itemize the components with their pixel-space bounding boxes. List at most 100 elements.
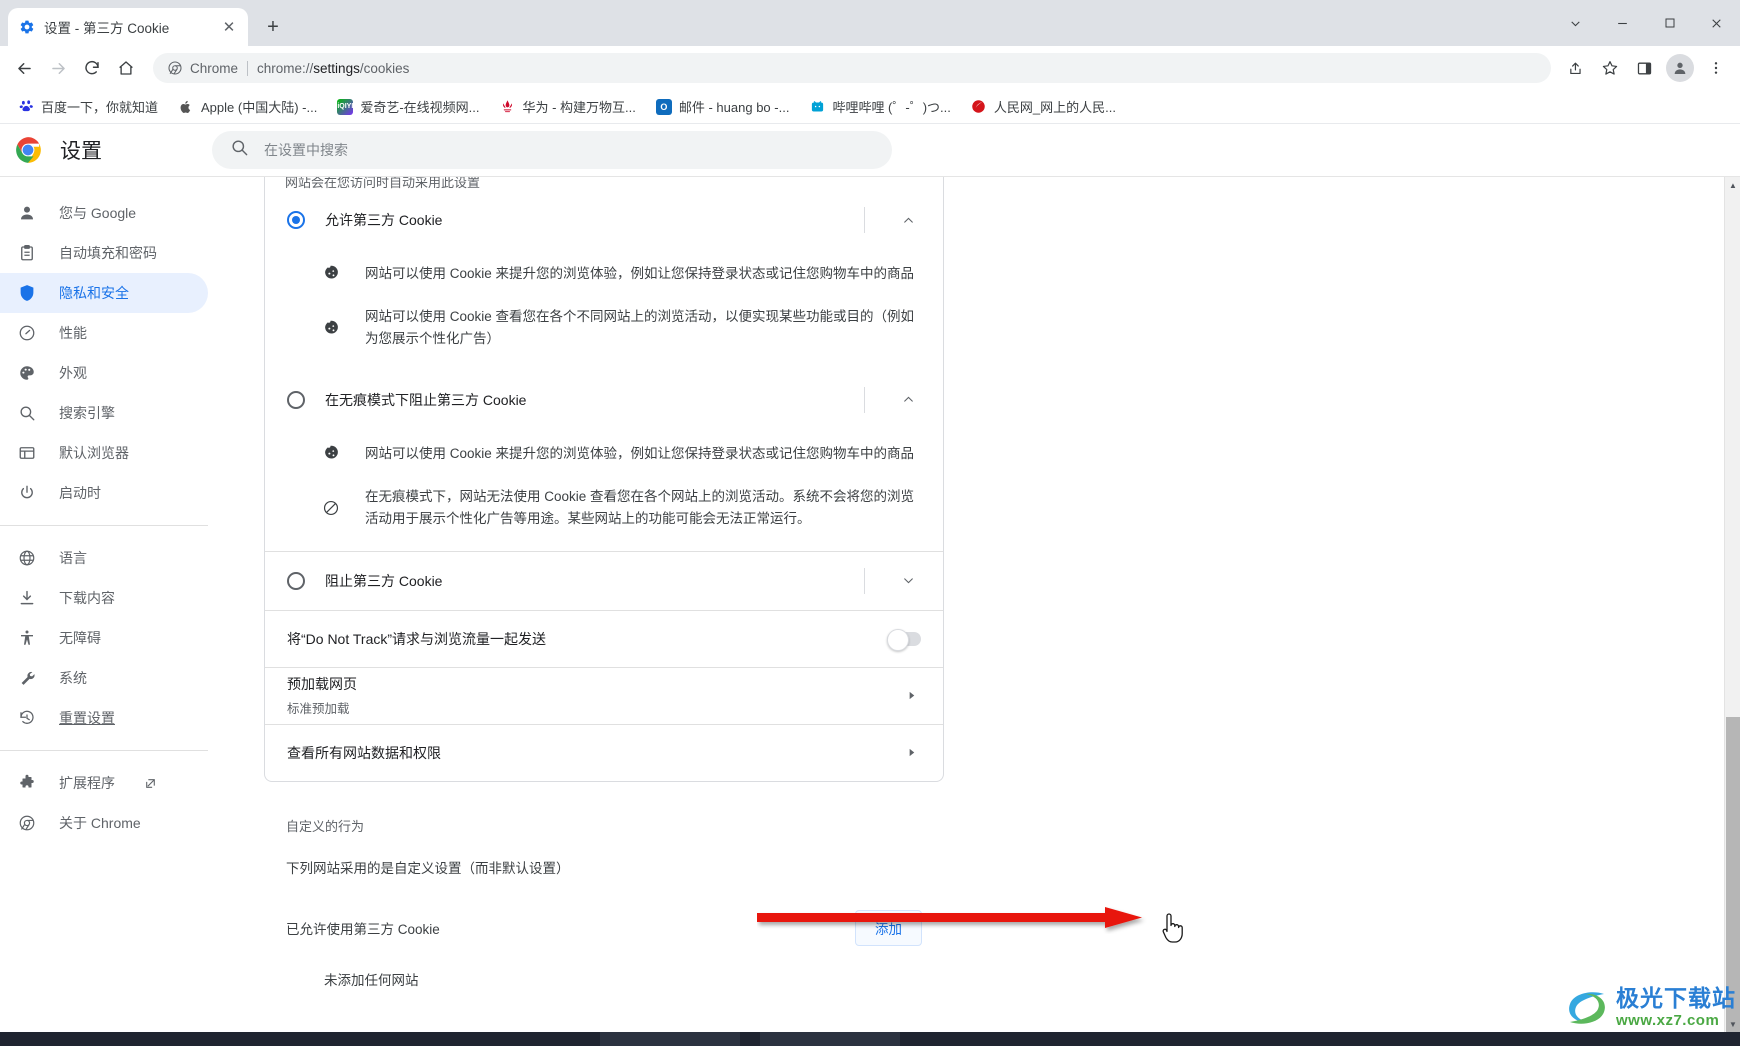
settings-sidebar: 您与 Google 自动填充和密码 隐私和安全 性能 外观 搜索引擎 默认浏览器… [0, 176, 244, 1032]
sidebar-item-label: 语言 [59, 550, 87, 566]
tab-search-chevron-down-icon[interactable] [1552, 1, 1599, 45]
custom-behavior-section: 自定义的行为 下列网站采用的是自定义设置（而非默认设置） 已允许使用第三方 Co… [264, 816, 944, 989]
cookie-option-allow-third-party[interactable]: 允许第三方 Cookie [265, 191, 943, 249]
vertical-divider [864, 567, 865, 594]
share-icon[interactable] [1560, 52, 1592, 84]
toolbar-right-actions [1560, 52, 1732, 84]
profile-avatar[interactable] [1666, 54, 1694, 82]
person-icon [17, 203, 37, 223]
do-not-track-row[interactable]: 将“Do Not Track”请求与浏览流量一起发送 [265, 611, 943, 667]
cookie-bullet: 网站可以使用 Cookie 来提升您的浏览体验，例如让您保持登录状态或记住您购物… [265, 263, 943, 284]
vertical-divider [864, 207, 865, 233]
cookie-option-block-incognito[interactable]: 在无痕模式下阻止第三方 Cookie [265, 371, 943, 429]
maximize-window-button[interactable] [1646, 1, 1693, 45]
side-panel-icon[interactable] [1628, 52, 1660, 84]
back-arrow-icon[interactable] [8, 52, 40, 84]
chevron-up-icon[interactable] [893, 205, 923, 235]
sidebar-item-appearance[interactable]: 外观 [0, 353, 208, 393]
sidebar-item-default-browser[interactable]: 默认浏览器 [0, 433, 208, 473]
palette-icon [17, 363, 37, 383]
sidebar-item-label: 搜索引擎 [59, 405, 115, 421]
bookmark-item[interactable]: O 邮件 - huang bo -... [648, 93, 798, 120]
search-input[interactable] [264, 142, 874, 158]
sidebar-item-label: 隐私和安全 [59, 285, 129, 301]
history-icon [17, 708, 37, 728]
bookmark-item[interactable]: 哔哩哔哩 (゜-゜)つ... [801, 93, 958, 120]
scroll-down-arrow-icon[interactable]: ▼ [1725, 1016, 1740, 1032]
sidebar-item-accessibility[interactable]: 无障碍 [0, 618, 208, 658]
chevron-right-icon[interactable] [901, 747, 921, 758]
bookmark-item[interactable]: 百度一下，你就知道 [10, 93, 166, 120]
bullet-text: 网站可以使用 Cookie 查看您在各个不同网站上的浏览活动，以便实现某些功能或… [365, 309, 915, 346]
bookmark-item[interactable]: Apple (中国大陆) -... [170, 93, 325, 120]
bullet-text: 网站可以使用 Cookie 来提升您的浏览体验，例如让您保持登录状态或记住您购物… [365, 445, 915, 461]
sidebar-item-autofill-passwords[interactable]: 自动填充和密码 [0, 233, 208, 273]
download-icon [17, 588, 37, 608]
custom-behavior-heading: 自定义的行为 [286, 818, 365, 834]
sidebar-item-search-engine[interactable]: 搜索引擎 [0, 393, 208, 433]
chrome-menu-icon[interactable] [1700, 52, 1732, 84]
sidebar-item-label: 您与 Google [59, 205, 137, 221]
browser-tab[interactable]: 设置 - 第三方 Cookie ✕ [8, 8, 248, 46]
settings-header: 设置 [0, 124, 1740, 176]
chevron-down-icon[interactable] [893, 566, 923, 596]
people-daily-icon [971, 99, 987, 115]
radio-button[interactable] [287, 390, 305, 409]
sidebar-item-label: 重置设置 [59, 710, 115, 726]
apple-icon [178, 99, 194, 115]
cookie-option-label: 阻止第三方 Cookie [325, 572, 443, 589]
sidebar-item-label: 外观 [59, 365, 87, 381]
sidebar-item-label: 无障碍 [59, 630, 101, 646]
sidebar-item-performance[interactable]: 性能 [0, 313, 208, 353]
chevron-right-icon[interactable] [901, 690, 921, 701]
settings-search-box[interactable] [212, 131, 892, 169]
add-site-button[interactable]: 添加 [855, 909, 922, 946]
sidebar-item-label: 默认浏览器 [59, 445, 129, 461]
sidebar-item-system[interactable]: 系统 [0, 658, 208, 698]
sidebar-item-downloads[interactable]: 下载内容 [0, 578, 208, 618]
scrollbar-thumb[interactable] [1726, 717, 1740, 1032]
radio-button[interactable] [287, 571, 305, 590]
accessibility-icon [17, 628, 37, 648]
bookmark-star-icon[interactable] [1594, 52, 1626, 84]
globe-icon [17, 548, 37, 568]
bookmark-item[interactable]: 人民网_网上的人民... [963, 93, 1124, 120]
close-window-button[interactable] [1693, 1, 1740, 45]
sidebar-item-privacy-security[interactable]: 隐私和安全 [0, 273, 208, 313]
preload-pages-title: 预加载网页 [287, 676, 357, 693]
sidebar-item-you-and-google[interactable]: 您与 Google [0, 193, 208, 233]
shield-icon [17, 283, 37, 303]
allowed-sites-header: 已允许使用第三方 Cookie 添加 [286, 909, 922, 946]
minimize-window-button[interactable] [1599, 1, 1646, 45]
sidebar-item-extensions[interactable]: 扩展程序 [0, 763, 208, 803]
preload-pages-text: 预加载网页 标准预加载 [287, 674, 885, 717]
preload-pages-row[interactable]: 预加载网页 标准预加载 [265, 668, 943, 724]
iqiyi-icon: iQIYI [337, 98, 354, 115]
do-not-track-toggle[interactable] [887, 628, 921, 651]
sidebar-item-on-startup[interactable]: 启动时 [0, 473, 208, 513]
new-tab-button[interactable]: + [258, 12, 288, 42]
os-taskbar [0, 1032, 1740, 1046]
all-site-data-row[interactable]: 查看所有网站数据和权限 [265, 725, 943, 781]
close-tab-icon[interactable]: ✕ [220, 18, 238, 36]
home-icon[interactable] [110, 52, 142, 84]
cookie-bullet: 在无痕模式下，网站无法使用 Cookie 查看您在各个网站上的浏览活动。系统不会… [265, 486, 943, 529]
vertical-scrollbar[interactable]: ▲ ▼ [1724, 177, 1740, 1032]
forward-arrow-icon[interactable] [42, 52, 74, 84]
scroll-up-arrow-icon[interactable]: ▲ [1725, 177, 1740, 193]
radio-button[interactable] [287, 211, 305, 229]
sidebar-item-about-chrome[interactable]: 关于 Chrome [0, 803, 208, 843]
bookmark-item[interactable]: iQIYI 爱奇艺-在线视频网... [329, 93, 487, 120]
sidebar-item-label: 启动时 [59, 485, 101, 501]
chevron-up-icon[interactable] [893, 385, 923, 415]
reload-icon[interactable] [76, 52, 108, 84]
address-bar[interactable]: Chrome chrome://settings/cookies [153, 53, 1551, 83]
sidebar-item-reset-settings[interactable]: 重置设置 [0, 698, 208, 738]
cookie-option-label: 允许第三方 Cookie [325, 212, 443, 228]
cookie-option-block-third-party[interactable]: 阻止第三方 Cookie [265, 552, 943, 610]
bookmarks-bar: 百度一下，你就知道 Apple (中国大陆) -... iQIYI 爱奇艺-在线… [0, 90, 1740, 124]
tab-title: 设置 - 第三方 Cookie [44, 21, 170, 36]
sidebar-item-languages[interactable]: 语言 [0, 538, 208, 578]
no-sites-added-text: 未添加任何网站 [324, 972, 419, 988]
bookmark-item[interactable]: 华为 - 构建万物互... [491, 93, 643, 120]
